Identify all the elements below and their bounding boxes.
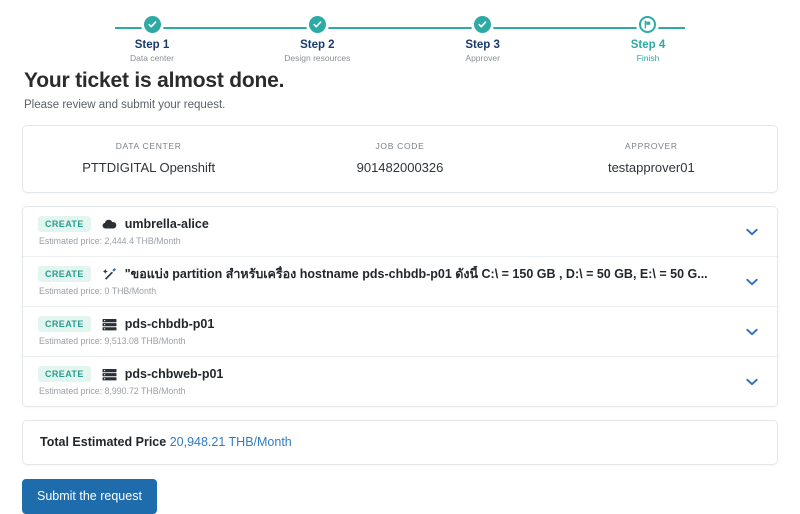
total-price-row: Total Estimated Price 20,948.21 THB/Mont… xyxy=(40,434,760,451)
summary-value: 901482000326 xyxy=(356,160,444,175)
step-subtitle: Data center xyxy=(130,53,174,63)
resource-info: CREATE umbrella-alice Estimated price: 2… xyxy=(38,216,733,247)
summary-label: JOB CODE xyxy=(375,141,425,151)
magic-wand-icon xyxy=(102,267,117,281)
step-title: Step 2 xyxy=(300,39,335,51)
total-price-amount: 20,948.21 THB/Month xyxy=(169,435,292,449)
ticket-summary-card: DATA CENTER PTTDIGITAL Openshift JOB COD… xyxy=(22,125,778,193)
page-heading-block: Your ticket is almost done. Please revie… xyxy=(0,58,800,113)
summary-column-job-code: JOB CODE 901482000326 xyxy=(274,140,525,176)
status-badge: CREATE xyxy=(38,266,91,282)
total-price-label: Total Estimated Price xyxy=(40,435,167,449)
step-item-1[interactable]: Step 1 Data center xyxy=(92,16,212,64)
page-subtitle: Please review and submit your request. xyxy=(24,99,226,111)
table-row[interactable]: CREATE umbrella-alice Estimated price: 2… xyxy=(23,207,777,257)
resource-name: pds-chbdb-p01 xyxy=(124,317,215,331)
summary-column-data-center: DATA CENTER PTTDIGITAL Openshift xyxy=(23,140,274,176)
page-title: Your ticket is almost done. xyxy=(24,69,285,92)
resource-info: CREATE pds-chbweb-p01 Estimated price: 8… xyxy=(38,366,733,397)
resource-price: Estimated price: 8,990.72 THB/Month xyxy=(39,386,186,396)
resource-price: Estimated price: 9,513.08 THB/Month xyxy=(39,336,186,346)
table-row[interactable]: CREATE "ขอแบ่ง partition สำหรับเครื่อง h… xyxy=(23,257,777,307)
check-circle-icon xyxy=(143,16,161,33)
step-subtitle: Approver xyxy=(465,53,500,63)
chevron-down-icon[interactable] xyxy=(743,373,761,391)
step-subtitle: Finish xyxy=(636,53,660,63)
server-icon xyxy=(102,368,117,381)
submit-request-button[interactable]: Submit the request xyxy=(22,479,157,514)
status-badge: CREATE xyxy=(38,316,91,332)
check-circle-icon xyxy=(308,16,326,33)
resource-info: CREATE "ขอแบ่ง partition สำหรับเครื่อง h… xyxy=(38,266,733,297)
resource-list: CREATE umbrella-alice Estimated price: 2… xyxy=(22,206,778,407)
resource-name: umbrella-alice xyxy=(124,217,209,231)
summary-value: PTTDIGITAL Openshift xyxy=(82,160,216,175)
status-badge: CREATE xyxy=(38,366,91,382)
step-item-4[interactable]: Step 4 Finish xyxy=(588,16,708,64)
status-badge: CREATE xyxy=(38,216,91,232)
server-icon xyxy=(102,318,117,331)
step-subtitle: Design resources xyxy=(284,53,351,63)
step-title: Step 3 xyxy=(465,39,500,51)
submit-area: Submit the request xyxy=(0,465,800,514)
summary-label: APPROVER xyxy=(624,141,678,151)
step-item-3[interactable]: Step 3 Approver xyxy=(423,16,543,64)
chevron-down-icon[interactable] xyxy=(743,323,761,341)
summary-label: DATA CENTER xyxy=(115,141,182,151)
chevron-down-icon[interactable] xyxy=(743,223,761,241)
progress-stepper: Step 1 Data center Step 2 Design resourc… xyxy=(0,0,800,63)
summary-column-approver: APPROVER testapprover01 xyxy=(526,140,777,176)
resource-name: pds-chbweb-p01 xyxy=(124,367,224,381)
cloud-icon xyxy=(102,218,117,230)
check-circle-icon xyxy=(474,16,492,33)
table-row[interactable]: CREATE pds-chbdb-p01 Estimated price: 9,… xyxy=(23,307,777,357)
step-item-2[interactable]: Step 2 Design resources xyxy=(257,16,377,64)
resource-info: CREATE pds-chbdb-p01 Estimated price: 9,… xyxy=(38,316,733,347)
chevron-down-icon[interactable] xyxy=(743,273,761,291)
review-page: Step 1 Data center Step 2 Design resourc… xyxy=(0,0,800,514)
resource-price: Estimated price: 2,444.4 THB/Month xyxy=(39,236,181,246)
resource-price: Estimated price: 0 THB/Month xyxy=(39,286,157,296)
resource-name: "ขอแบ่ง partition สำหรับเครื่อง hostname… xyxy=(124,267,708,281)
summary-value: testapprover01 xyxy=(607,160,695,175)
flag-circle-icon xyxy=(639,16,657,33)
total-price-card: Total Estimated Price 20,948.21 THB/Mont… xyxy=(22,420,778,465)
step-title: Step 4 xyxy=(630,39,666,51)
table-row[interactable]: CREATE pds-chbweb-p01 Estimated price: 8… xyxy=(23,357,777,406)
step-title: Step 1 xyxy=(134,39,170,51)
